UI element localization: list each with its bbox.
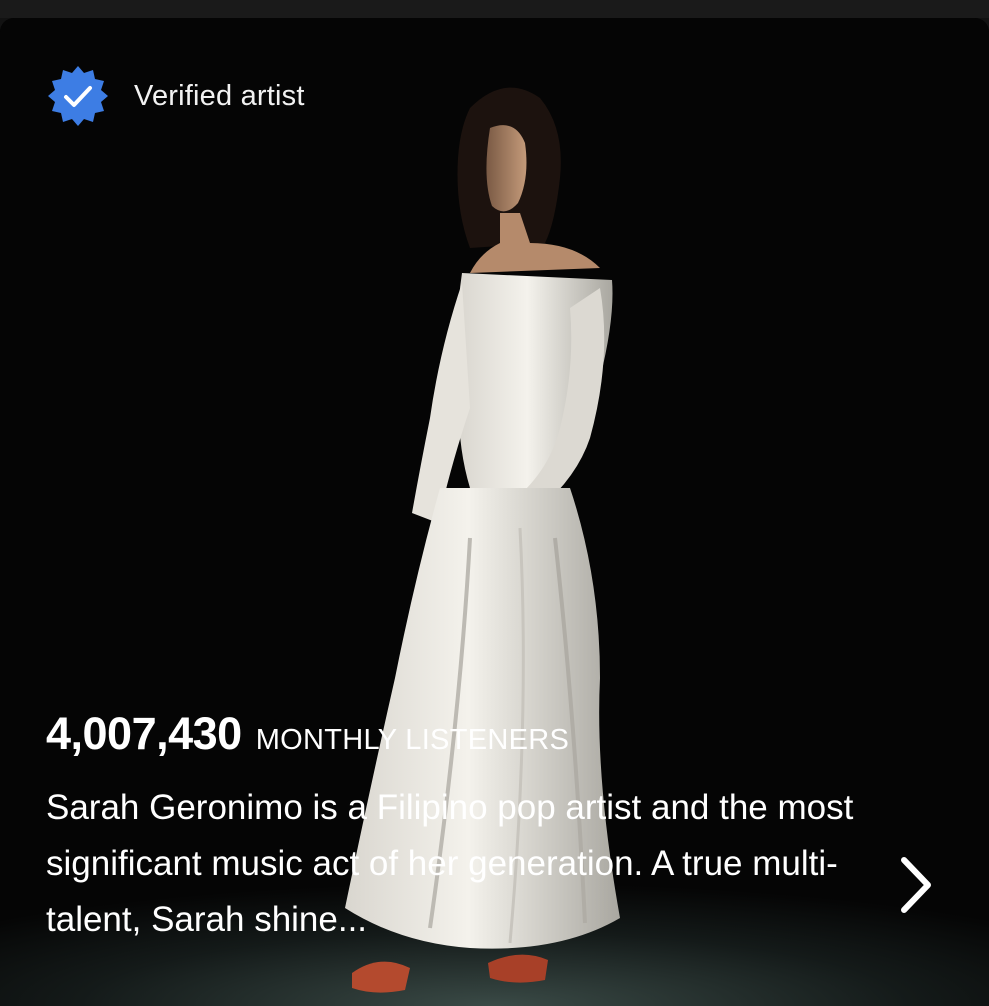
top-bar xyxy=(0,0,989,18)
verified-badge-icon xyxy=(46,64,110,128)
chevron-right-icon[interactable] xyxy=(892,854,942,916)
artist-bio[interactable]: Sarah Geronimo is a Filipino pop artist … xyxy=(46,780,886,948)
artist-info: 4,007,430 MONTHLY LISTENERS Sarah Geroni… xyxy=(46,708,906,948)
monthly-listeners: 4,007,430 MONTHLY LISTENERS xyxy=(46,708,906,760)
verified-artist-label: Verified artist xyxy=(134,79,305,112)
artist-about-card[interactable]: Verified artist 4,007,430 MONTHLY LISTEN… xyxy=(0,18,989,1006)
verified-artist-row: Verified artist xyxy=(46,64,305,128)
monthly-listeners-label: MONTHLY LISTENERS xyxy=(255,724,570,756)
monthly-listeners-count: 4,007,430 xyxy=(46,708,242,759)
